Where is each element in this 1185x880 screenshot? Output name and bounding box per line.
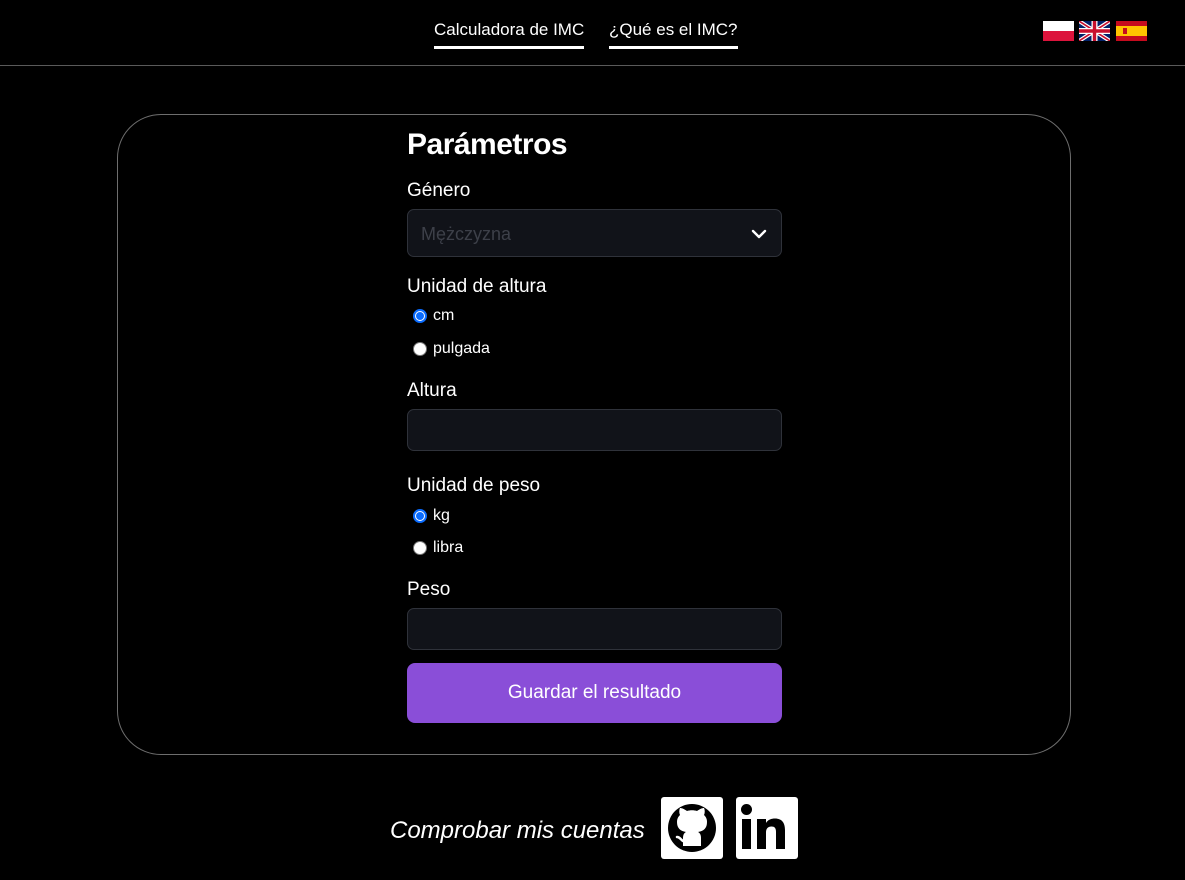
height-unit-option-label: cm bbox=[433, 307, 455, 324]
height-unit-option-label: pulgada bbox=[433, 340, 490, 357]
height-unit-option-inch[interactable]: pulgada bbox=[413, 338, 490, 360]
footer-accounts-text: Comprobar mis cuentas bbox=[390, 817, 645, 844]
github-icon bbox=[668, 804, 716, 852]
spain-flag-icon[interactable] bbox=[1116, 21, 1147, 41]
radio-button-checked[interactable] bbox=[413, 309, 427, 323]
weight-input[interactable] bbox=[407, 608, 782, 650]
height-unit-label: Unidad de altura bbox=[407, 276, 547, 297]
radio-button[interactable] bbox=[413, 541, 427, 555]
gender-selected-value: Mężczyzna bbox=[421, 224, 512, 244]
chevron-down-icon bbox=[751, 227, 767, 241]
height-input[interactable] bbox=[407, 409, 782, 451]
weight-unit-option-lb[interactable]: libra bbox=[413, 537, 463, 559]
radio-button-checked[interactable] bbox=[413, 509, 427, 523]
radio-button[interactable] bbox=[413, 342, 427, 356]
linkedin-icon bbox=[741, 804, 785, 849]
form-title: Parámetros bbox=[407, 128, 568, 161]
top-navigation-bar: Calculadora de IMC ¿Qué es el IMC? bbox=[0, 0, 1185, 66]
poland-flag-icon[interactable] bbox=[1043, 21, 1074, 41]
height-label: Altura bbox=[407, 380, 457, 401]
height-unit-option-cm[interactable]: cm bbox=[413, 305, 454, 327]
github-link[interactable] bbox=[661, 797, 723, 859]
weight-unit-option-label: libra bbox=[433, 539, 464, 556]
gender-label: Género bbox=[407, 180, 471, 201]
save-result-button[interactable]: Guardar el resultado bbox=[407, 663, 782, 723]
weight-unit-label: Unidad de peso bbox=[407, 475, 541, 496]
nav-link-what-is-bmi[interactable]: ¿Qué es el IMC? bbox=[609, 19, 738, 49]
linkedin-link[interactable] bbox=[736, 797, 798, 859]
weight-label: Peso bbox=[407, 579, 451, 600]
weight-unit-option-label: kg bbox=[433, 507, 450, 524]
uk-flag-icon[interactable] bbox=[1079, 21, 1110, 41]
weight-unit-option-kg[interactable]: kg bbox=[413, 505, 450, 527]
gender-select[interactable]: Mężczyzna bbox=[407, 209, 782, 257]
nav-link-bmi-calculator[interactable]: Calculadora de IMC bbox=[434, 19, 585, 49]
